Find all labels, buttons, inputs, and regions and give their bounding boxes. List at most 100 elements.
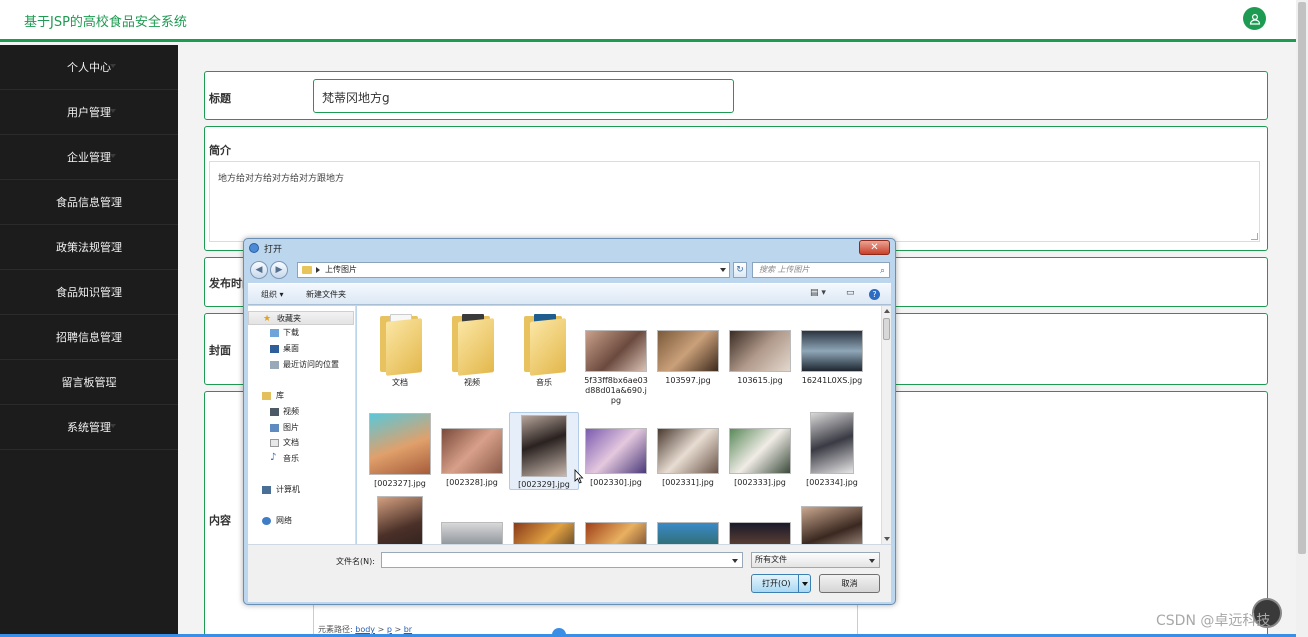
nav-downloads[interactable]: 下载 (248, 326, 354, 340)
path-link-br[interactable]: br (404, 625, 412, 634)
file-item[interactable]: [002333].jpg (725, 428, 795, 488)
nav-label: 下载 (283, 328, 299, 337)
dialog-close-button[interactable]: ✕ (859, 240, 890, 255)
chevron-down-icon[interactable] (802, 582, 808, 586)
file-item[interactable]: 103615.jpg (725, 330, 795, 386)
view-mode-icon[interactable]: ▤ ▾ (810, 288, 826, 298)
forward-arrow-icon[interactable]: ▶ (270, 261, 288, 279)
chevron-down-icon[interactable] (720, 268, 726, 272)
sidebar-item-recruitment[interactable]: 招聘信息管理 (0, 315, 178, 360)
resize-grip-icon[interactable] (1251, 233, 1258, 240)
preview-pane-icon[interactable]: ▭ (846, 288, 855, 298)
nav-label: 图片 (283, 423, 299, 432)
cancel-button[interactable]: 取消 (819, 574, 880, 593)
image-thumbnail (521, 415, 567, 477)
sidebar-item-food-knowledge[interactable]: 食品知识管理 (0, 270, 178, 315)
title-input[interactable]: 梵蒂冈地方g (313, 79, 734, 113)
page-scrollbar[interactable] (1296, 0, 1308, 637)
file-item[interactable] (365, 496, 435, 544)
chevron-down-icon[interactable] (869, 559, 875, 563)
file-item[interactable]: 5f33ff8bx6ae03d88d01a&690.jpg (581, 330, 651, 406)
page-scrollbar-thumb[interactable] (1298, 2, 1306, 554)
path-link-body[interactable]: body (355, 625, 375, 634)
open-button[interactable]: 打开(O) (751, 574, 811, 593)
dialog-title: 打开 (264, 245, 283, 255)
network-icon (262, 517, 271, 525)
address-bar[interactable]: 上传图片 (297, 262, 730, 278)
sidebar-item-message-board[interactable]: 留言板管理 (0, 360, 178, 405)
nav-libraries[interactable]: 库 (248, 389, 354, 403)
element-path-label: 元素路径: (318, 625, 353, 634)
filename-input[interactable] (381, 552, 743, 568)
user-icon[interactable] (1243, 7, 1266, 30)
search-icon[interactable]: ⌕ (880, 264, 885, 278)
dialog-app-icon (249, 243, 259, 253)
file-item[interactable] (725, 522, 795, 544)
mouse-cursor-icon (574, 469, 584, 484)
nav-computer[interactable]: 计算机 (248, 483, 354, 497)
refresh-icon[interactable]: ↻ (733, 262, 747, 278)
help-icon[interactable]: ? (869, 289, 880, 300)
file-item[interactable]: [002331].jpg (653, 428, 723, 488)
file-item[interactable]: 16241L0XS.jpg (797, 330, 867, 386)
new-folder-button[interactable]: 新建文件夹 (306, 289, 346, 300)
back-arrow-icon[interactable]: ◀ (250, 261, 268, 279)
path-link-p[interactable]: p (387, 625, 392, 634)
file-name: 文档 (392, 378, 408, 387)
scroll-up-icon[interactable] (884, 309, 890, 313)
chevron-right-icon[interactable] (316, 267, 320, 273)
nav-label: 桌面 (283, 344, 299, 353)
title-label: 标题 (209, 92, 231, 105)
search-input[interactable]: 搜索 上传图片 ⌕ (752, 262, 890, 278)
intro-text: 地方给对方给对方给对方跟地方 (218, 174, 345, 184)
file-item[interactable]: [002327].jpg (365, 413, 435, 489)
file-list-scrollbar-thumb[interactable] (883, 318, 890, 340)
desktop-icon (270, 345, 279, 353)
file-item[interactable]: 视频 (437, 310, 507, 388)
scroll-down-icon[interactable] (884, 537, 890, 541)
nav-music[interactable]: ♪ 音乐 (248, 452, 354, 466)
filetype-select[interactable]: 所有文件 (751, 552, 880, 568)
sidebar-item-personal-center[interactable]: 个人中心 (0, 45, 178, 90)
file-item[interactable] (653, 522, 723, 544)
rich-editor-footer: 元素路径: body > p > br (313, 604, 858, 637)
intro-row: 简介 地方给对方给对方给对方跟地方 (204, 126, 1268, 251)
sidebar-item-users[interactable]: 用户管理 (0, 90, 178, 135)
file-item[interactable] (509, 522, 579, 544)
sidebar-item-policies[interactable]: 政策法规管理 (0, 225, 178, 270)
intro-textarea[interactable]: 地方给对方给对方给对方跟地方 (209, 161, 1260, 242)
nav-favorites[interactable]: ★ 收藏夹 (248, 311, 354, 325)
image-thumbnail (377, 496, 423, 544)
sidebar-item-label: 系统管理 (67, 421, 111, 434)
nav-label: 视频 (283, 407, 299, 416)
sidebar-item-food-info[interactable]: 食品信息管理 (0, 180, 178, 225)
file-name: [002327].jpg (374, 479, 426, 488)
file-item[interactable] (797, 506, 867, 544)
sidebar-item-system[interactable]: 系统管理 (0, 405, 178, 450)
organize-button[interactable]: 组织 ▾ (261, 289, 284, 300)
sidebar-item-enterprises[interactable]: 企业管理 (0, 135, 178, 180)
nav-videos[interactable]: 视频 (248, 405, 354, 419)
cover-label: 封面 (209, 344, 231, 357)
file-item[interactable]: [002330].jpg (581, 428, 651, 488)
nav-desktop[interactable]: 桌面 (248, 342, 354, 356)
file-item[interactable]: 文档 (365, 310, 435, 388)
file-item[interactable] (437, 522, 507, 544)
file-item-selected[interactable]: [002329].jpg (509, 412, 579, 490)
file-item[interactable] (581, 522, 651, 544)
recent-places-icon (270, 361, 279, 369)
file-list-scrollbar[interactable] (881, 306, 891, 544)
chevron-down-icon (110, 334, 116, 338)
file-item[interactable]: [002328].jpg (437, 428, 507, 488)
image-thumbnail (801, 506, 863, 544)
file-name: 16241L0XS.jpg (801, 376, 863, 385)
nav-pictures[interactable]: 图片 (248, 421, 354, 435)
nav-recent[interactable]: 最近访问的位置 (248, 358, 354, 372)
file-item[interactable]: 音乐 (509, 310, 579, 388)
file-item[interactable]: 103597.jpg (653, 330, 723, 386)
file-item[interactable]: [002334].jpg (797, 412, 867, 488)
nav-documents[interactable]: 文档 (248, 436, 354, 450)
video-progress-knob[interactable] (552, 628, 566, 637)
nav-network[interactable]: 网络 (248, 514, 354, 528)
chevron-down-icon[interactable] (732, 559, 738, 563)
